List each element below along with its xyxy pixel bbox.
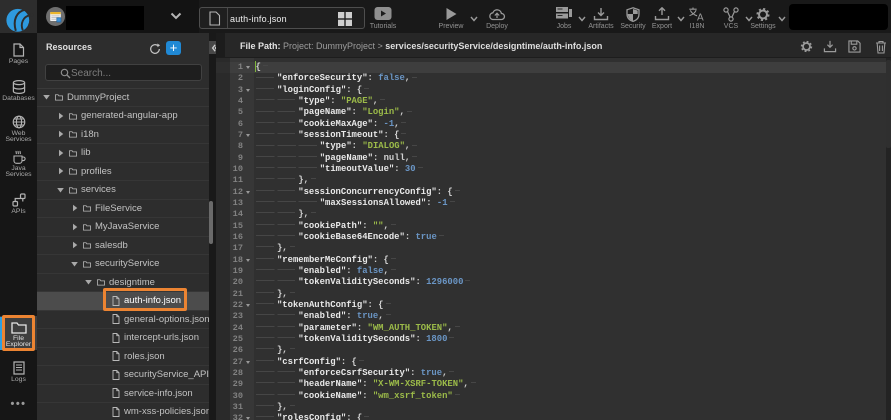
svg-text:A: A [697, 13, 704, 22]
